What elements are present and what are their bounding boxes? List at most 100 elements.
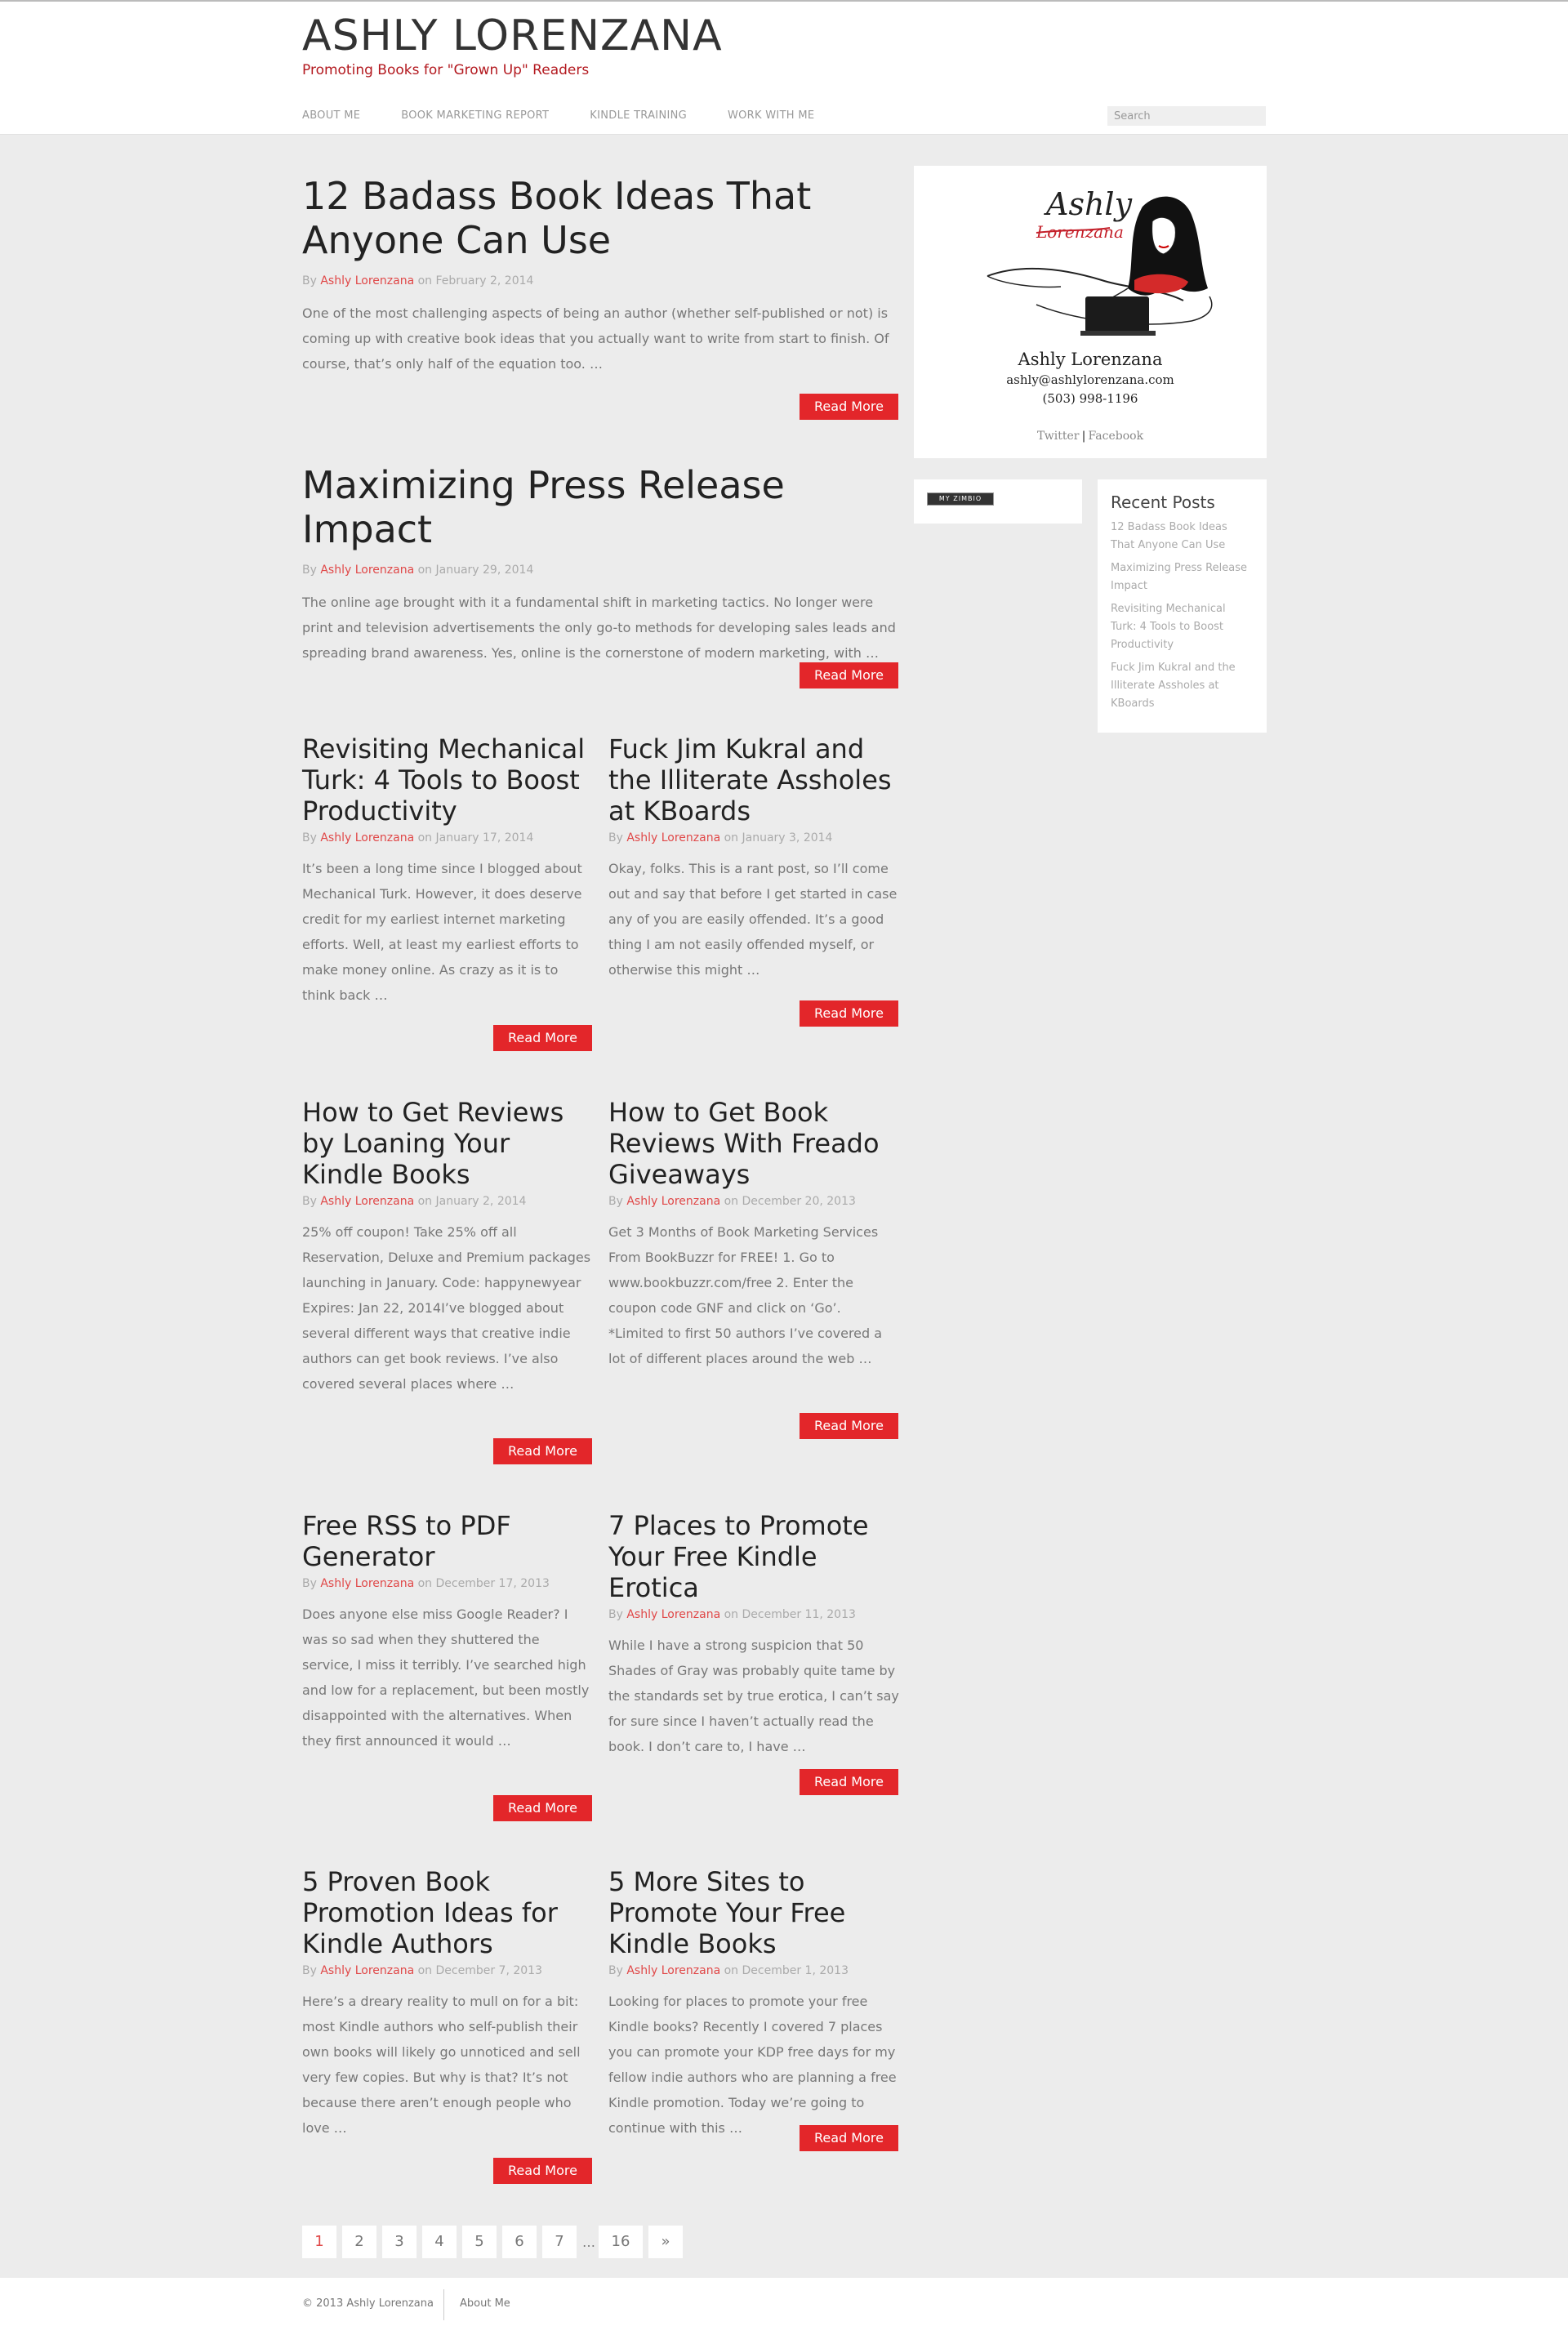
post-meta: By Ashly Lorenzana on December 20, 2013 xyxy=(608,1195,899,1208)
read-more-button[interactable]: Read More xyxy=(800,1413,898,1439)
post-author-link[interactable]: Ashly Lorenzana xyxy=(320,274,414,287)
site-tagline: Promoting Books for "Grown Up" Readers xyxy=(302,62,590,78)
post-date: on December 11, 2013 xyxy=(720,1608,856,1621)
post-author-link[interactable]: Ashly Lorenzana xyxy=(320,1964,414,1977)
post-author-link[interactable]: Ashly Lorenzana xyxy=(626,1608,720,1621)
post-meta: By Ashly Lorenzana on January 29, 2014 xyxy=(302,564,898,577)
post-title[interactable]: 5 More Sites to Promote Your Free Kindle… xyxy=(608,1866,899,1959)
post-date: on January 2, 2014 xyxy=(414,1195,527,1208)
recent-post-link[interactable]: Fuck Jim Kukral and the Illiterate Assho… xyxy=(1111,659,1254,713)
post: Revisiting Mechanical Turk: 4 Tools to B… xyxy=(302,733,593,1008)
profile-phone: (503) 998-1196 xyxy=(1042,391,1138,406)
post-title[interactable]: How to Get Book Reviews With Freado Give… xyxy=(608,1097,899,1190)
page-link-6[interactable]: 6 xyxy=(502,2226,537,2258)
post-date: on December 17, 2013 xyxy=(414,1577,550,1590)
post-date: on February 2, 2014 xyxy=(414,274,534,287)
post-excerpt: Get 3 Months of Book Marketing Services … xyxy=(608,1224,883,1366)
post-author-link[interactable]: Ashly Lorenzana xyxy=(320,1577,414,1590)
post-date: on December 7, 2013 xyxy=(414,1964,542,1977)
profile-name: Ashly Lorenzana xyxy=(1018,350,1163,369)
post-title[interactable]: How to Get Reviews by Loaning Your Kindl… xyxy=(302,1097,593,1190)
post: How to Get Book Reviews With Freado Give… xyxy=(608,1097,899,1371)
read-more-button[interactable]: Read More xyxy=(493,1795,592,1821)
twitter-link[interactable]: Twitter xyxy=(1037,430,1080,443)
read-more-button[interactable]: Read More xyxy=(493,1438,592,1464)
post-title[interactable]: Maximizing Press Release Impact xyxy=(302,463,898,552)
post-author-link[interactable]: Ashly Lorenzana xyxy=(320,564,414,577)
meta-by: By xyxy=(302,1577,321,1590)
footer-copyright: © 2013 Ashly Lorenzana xyxy=(302,2297,434,2310)
meta-by: By xyxy=(608,1964,627,1977)
read-more-button[interactable]: Read More xyxy=(800,1000,898,1027)
post-excerpt: Looking for places to promote your free … xyxy=(608,1994,897,2136)
next-page-link[interactable]: » xyxy=(648,2226,683,2258)
read-more-button[interactable]: Read More xyxy=(493,1025,592,1051)
page-link-5[interactable]: 5 xyxy=(462,2226,497,2258)
pagination: 1 2 3 4 5 6 7 … 16 » xyxy=(302,2226,688,2258)
page-link-4[interactable]: 4 xyxy=(422,2226,457,2258)
meta-by: By xyxy=(608,831,627,844)
post-excerpt: 25% off coupon! Take 25% off all Reserva… xyxy=(302,1224,591,1392)
nav-item-about-me[interactable]: ABOUT ME xyxy=(302,109,360,122)
site-title[interactable]: ASHLY LORENZANA xyxy=(302,11,723,60)
post-meta: By Ashly Lorenzana on December 11, 2013 xyxy=(608,1608,899,1621)
post-meta: By Ashly Lorenzana on January 3, 2014 xyxy=(608,831,899,844)
post-date: on January 29, 2014 xyxy=(414,563,534,577)
post-author-link[interactable]: Ashly Lorenzana xyxy=(320,1195,414,1208)
facebook-link[interactable]: Facebook xyxy=(1089,430,1144,443)
site-header: ASHLY LORENZANA Promoting Books for "Gro… xyxy=(0,2,1568,135)
post: How to Get Reviews by Loaning Your Kindl… xyxy=(302,1097,593,1397)
post-date: on January 17, 2014 xyxy=(414,831,534,844)
meta-by: By xyxy=(302,1195,321,1208)
profile-illustration: Ashly Lorenzana xyxy=(987,186,1213,336)
profile-email[interactable]: ashly@ashlylorenzana.com xyxy=(914,372,1267,387)
post: Fuck Jim Kukral and the Illiterate Assho… xyxy=(608,733,899,983)
zimbio-widget: MY ZIMBIO xyxy=(914,479,1082,524)
link-separator: | xyxy=(1081,430,1086,443)
recent-post-link[interactable]: Maximizing Press Release Impact xyxy=(1111,559,1254,595)
post-title[interactable]: 7 Places to Promote Your Free Kindle Ero… xyxy=(608,1510,899,1603)
post-excerpt: Here’s a dreary reality to mull on for a… xyxy=(302,1994,581,2136)
recent-post-link[interactable]: 12 Badass Book Ideas That Anyone Can Use xyxy=(1111,519,1254,555)
main-nav: ABOUT ME BOOK MARKETING REPORT KINDLE TR… xyxy=(302,109,855,122)
post-author-link[interactable]: Ashly Lorenzana xyxy=(626,831,720,844)
post-date: on December 1, 2013 xyxy=(720,1964,849,1977)
post-meta: By Ashly Lorenzana on February 2, 2014 xyxy=(302,274,898,287)
meta-by: By xyxy=(608,1195,627,1208)
read-more-button[interactable]: Read More xyxy=(800,2125,898,2151)
pagination-ellipsis: … xyxy=(582,2234,595,2250)
read-more-button[interactable]: Read More xyxy=(800,662,898,688)
meta-by: By xyxy=(302,563,321,577)
page-link-3[interactable]: 3 xyxy=(382,2226,416,2258)
recent-posts-widget: Recent Posts 12 Badass Book Ideas That A… xyxy=(1098,479,1267,733)
meta-by: By xyxy=(302,1964,321,1977)
post-meta: By Ashly Lorenzana on December 17, 2013 xyxy=(302,1577,593,1590)
read-more-button[interactable]: Read More xyxy=(800,1769,898,1795)
read-more-button[interactable]: Read More xyxy=(800,394,898,420)
recent-post-link[interactable]: Revisiting Mechanical Turk: 4 Tools to B… xyxy=(1111,600,1254,654)
post-title[interactable]: Revisiting Mechanical Turk: 4 Tools to B… xyxy=(302,733,593,827)
page-link-2[interactable]: 2 xyxy=(342,2226,376,2258)
nav-item-work-with-me[interactable]: WORK WITH ME xyxy=(728,109,814,122)
post: 7 Places to Promote Your Free Kindle Ero… xyxy=(608,1510,899,1759)
post-title[interactable]: 12 Badass Book Ideas That Anyone Can Use xyxy=(302,174,898,263)
nav-item-kindle-training[interactable]: KINDLE TRAINING xyxy=(590,109,687,122)
post-author-link[interactable]: Ashly Lorenzana xyxy=(626,1964,720,1977)
read-more-button[interactable]: Read More xyxy=(493,2158,592,2184)
page-link-7[interactable]: 7 xyxy=(542,2226,577,2258)
logo-first-name: Ashly xyxy=(1044,186,1133,222)
post-title[interactable]: 5 Proven Book Promotion Ideas for Kindle… xyxy=(302,1866,593,1959)
footer-about-link[interactable]: About Me xyxy=(460,2297,510,2310)
logo-last-name: Lorenzana xyxy=(1036,222,1124,242)
post-title[interactable]: Free RSS to PDF Generator xyxy=(302,1510,593,1572)
nav-item-book-marketing-report[interactable]: BOOK MARKETING REPORT xyxy=(401,109,549,122)
post-author-link[interactable]: Ashly Lorenzana xyxy=(320,831,414,844)
meta-by: By xyxy=(302,274,321,287)
zimbio-badge[interactable]: MY ZIMBIO xyxy=(927,492,994,506)
page-link-1[interactable]: 1 xyxy=(302,2226,336,2258)
search-input[interactable] xyxy=(1107,106,1266,126)
post-author-link[interactable]: Ashly Lorenzana xyxy=(626,1195,720,1208)
page-link-last[interactable]: 16 xyxy=(599,2226,643,2258)
post-meta: By Ashly Lorenzana on January 17, 2014 xyxy=(302,831,593,844)
post-title[interactable]: Fuck Jim Kukral and the Illiterate Assho… xyxy=(608,733,899,827)
